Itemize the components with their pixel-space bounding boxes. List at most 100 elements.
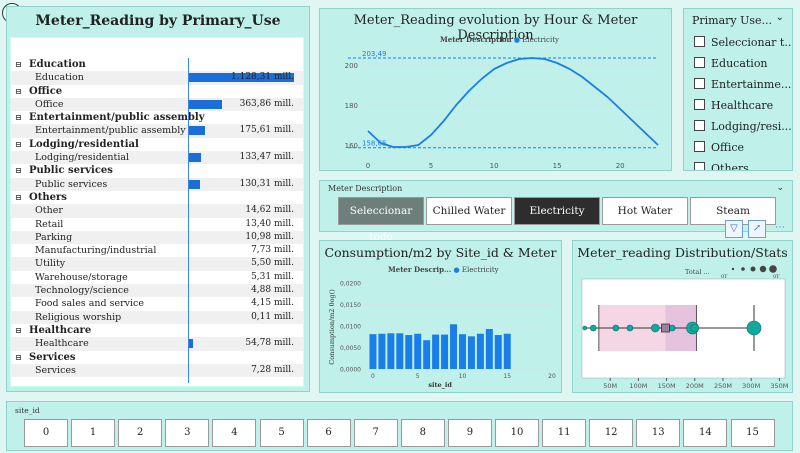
box-chart-svg: Total ... 0T 0T 50M 100M 150M 200M 250M 300M 350M — [581, 265, 788, 390]
row-label: Religious worship — [35, 311, 122, 323]
site-button[interactable]: 10 — [495, 419, 539, 447]
matrix-row: Healthcare 54,78 mill. — [11, 337, 303, 351]
matrix-row: Public services 130,31 mill. — [11, 177, 303, 191]
checkbox[interactable] — [694, 57, 705, 68]
more-options-icon[interactable]: ⋯ — [771, 220, 789, 238]
site-button[interactable]: 14 — [683, 419, 728, 447]
bar[interactable] — [369, 334, 377, 369]
meter-button[interactable]: Electricity — [514, 197, 600, 225]
data-point[interactable] — [589, 324, 597, 332]
slicer-header[interactable]: Primary Use... ⌄ — [684, 9, 792, 32]
meter-description-slicer: Meter Description ⌄ Seleccionar todo Chil… — [319, 180, 793, 243]
row-label: Parking — [35, 231, 73, 243]
bar[interactable] — [458, 334, 466, 369]
bar[interactable] — [432, 334, 440, 369]
slicer-item-label: Healthcare — [711, 99, 774, 112]
data-point[interactable] — [651, 323, 660, 333]
filter-icon[interactable]: ▽ — [725, 220, 743, 238]
collapse-icon[interactable]: ⊟ — [15, 164, 23, 177]
site-button[interactable]: 9 — [447, 419, 492, 447]
matrix-group-row[interactable]: ⊟ Lodging/residential — [11, 138, 303, 151]
slicer-item[interactable]: Office — [684, 137, 792, 158]
slicer-item[interactable]: Others — [684, 158, 792, 170]
data-point[interactable] — [612, 324, 620, 332]
slicer-item[interactable]: Healthcare — [684, 95, 792, 116]
meter-button[interactable]: Hot Water — [602, 197, 688, 225]
bar[interactable] — [441, 334, 449, 369]
bar[interactable] — [414, 333, 422, 369]
data-point[interactable] — [582, 325, 588, 331]
bar[interactable] — [396, 333, 404, 369]
matrix-group-row[interactable]: ⊟ Public services — [11, 164, 303, 177]
series-line-electricity[interactable] — [367, 57, 659, 148]
bar[interactable] — [503, 333, 511, 369]
collapse-icon[interactable]: ⊟ — [15, 85, 23, 98]
row-label: Entertainment/public assembly — [29, 112, 205, 124]
bar[interactable] — [450, 324, 458, 369]
slicer-title: Primary Use... — [692, 14, 773, 27]
site-button[interactable]: 7 — [353, 419, 398, 447]
slicer-item[interactable]: Lodging/resi... — [684, 116, 792, 137]
data-point[interactable] — [690, 323, 700, 333]
slicer-item-label: Seleccionar t... — [711, 36, 793, 49]
bar[interactable] — [476, 333, 484, 369]
slicer-item[interactable]: Education — [684, 53, 792, 74]
value-label: 363,86 mill. — [239, 98, 294, 109]
checkbox[interactable] — [694, 78, 705, 89]
site-button[interactable]: 2 — [118, 419, 163, 447]
checkbox[interactable] — [694, 36, 705, 47]
value-cell: 5,31 mill. — [188, 271, 296, 284]
value-label: 175,61 mill. — [239, 125, 294, 136]
matrix-group-row[interactable]: ⊟ Education — [11, 58, 303, 71]
site-button[interactable]: 3 — [165, 419, 210, 447]
checkbox[interactable] — [694, 162, 705, 170]
chevron-down-icon[interactable]: ⌄ — [776, 12, 784, 23]
data-point[interactable] — [626, 324, 634, 332]
collapse-icon[interactable]: ⊟ — [15, 324, 23, 337]
meter-button[interactable]: Chilled Water — [426, 197, 512, 225]
bar[interactable] — [378, 333, 386, 369]
bar[interactable] — [387, 333, 395, 369]
collapse-icon[interactable]: ⊟ — [15, 138, 23, 151]
site-button[interactable]: 5 — [259, 419, 304, 447]
bar[interactable] — [485, 329, 493, 369]
bar[interactable] — [494, 335, 502, 369]
checkbox[interactable] — [694, 99, 705, 110]
site-button[interactable]: 8 — [400, 419, 445, 447]
meter-button[interactable]: Seleccionar todo — [338, 197, 424, 243]
site-button[interactable]: 15 — [730, 419, 775, 447]
site-button[interactable]: 11 — [542, 419, 587, 447]
site-button[interactable]: 0 — [24, 419, 68, 447]
x-tick-label: 15 — [553, 162, 562, 170]
data-point[interactable] — [668, 324, 676, 332]
matrix-group-row[interactable]: ⊟ Office — [11, 85, 303, 98]
site-button[interactable]: 6 — [306, 419, 351, 447]
value-label: 0,11 mill. — [251, 311, 294, 322]
slicer-item[interactable]: Seleccionar t... — [684, 32, 792, 53]
value-label: 4,88 mill. — [251, 285, 294, 296]
matrix-group-row[interactable]: ⊟ Entertainment/public assembly — [11, 111, 303, 124]
collapse-icon[interactable]: ⊟ — [15, 191, 23, 204]
chevron-down-icon[interactable]: ⌄ — [776, 183, 784, 193]
data-point[interactable] — [746, 320, 762, 336]
matrix-group-row[interactable]: ⊟ Others — [11, 191, 303, 204]
x-tick-label: 300M — [742, 382, 760, 390]
collapse-icon[interactable]: ⊟ — [15, 58, 23, 71]
site-button[interactable]: 4 — [212, 419, 257, 447]
bar[interactable] — [423, 340, 431, 369]
checkbox[interactable] — [694, 120, 705, 131]
value-label: 13,40 mill. — [245, 218, 294, 229]
matrix-group-row[interactable]: ⊟ Services — [11, 351, 303, 364]
collapse-icon[interactable]: ⊟ — [15, 351, 23, 364]
collapse-icon[interactable]: ⊟ — [15, 111, 23, 124]
slicer-item[interactable]: Entertainme... — [684, 74, 792, 95]
focus-mode-icon[interactable]: ↗ — [748, 220, 766, 238]
site-button[interactable]: 12 — [589, 419, 634, 447]
site-button[interactable]: 13 — [636, 419, 681, 447]
bar[interactable] — [405, 335, 413, 369]
site-button[interactable]: 1 — [71, 419, 116, 447]
bar[interactable] — [467, 336, 475, 369]
matrix-group-row[interactable]: ⊟ Healthcare — [11, 324, 303, 337]
checkbox[interactable] — [694, 141, 705, 152]
meter-slicer-title: Meter Description — [328, 184, 403, 193]
